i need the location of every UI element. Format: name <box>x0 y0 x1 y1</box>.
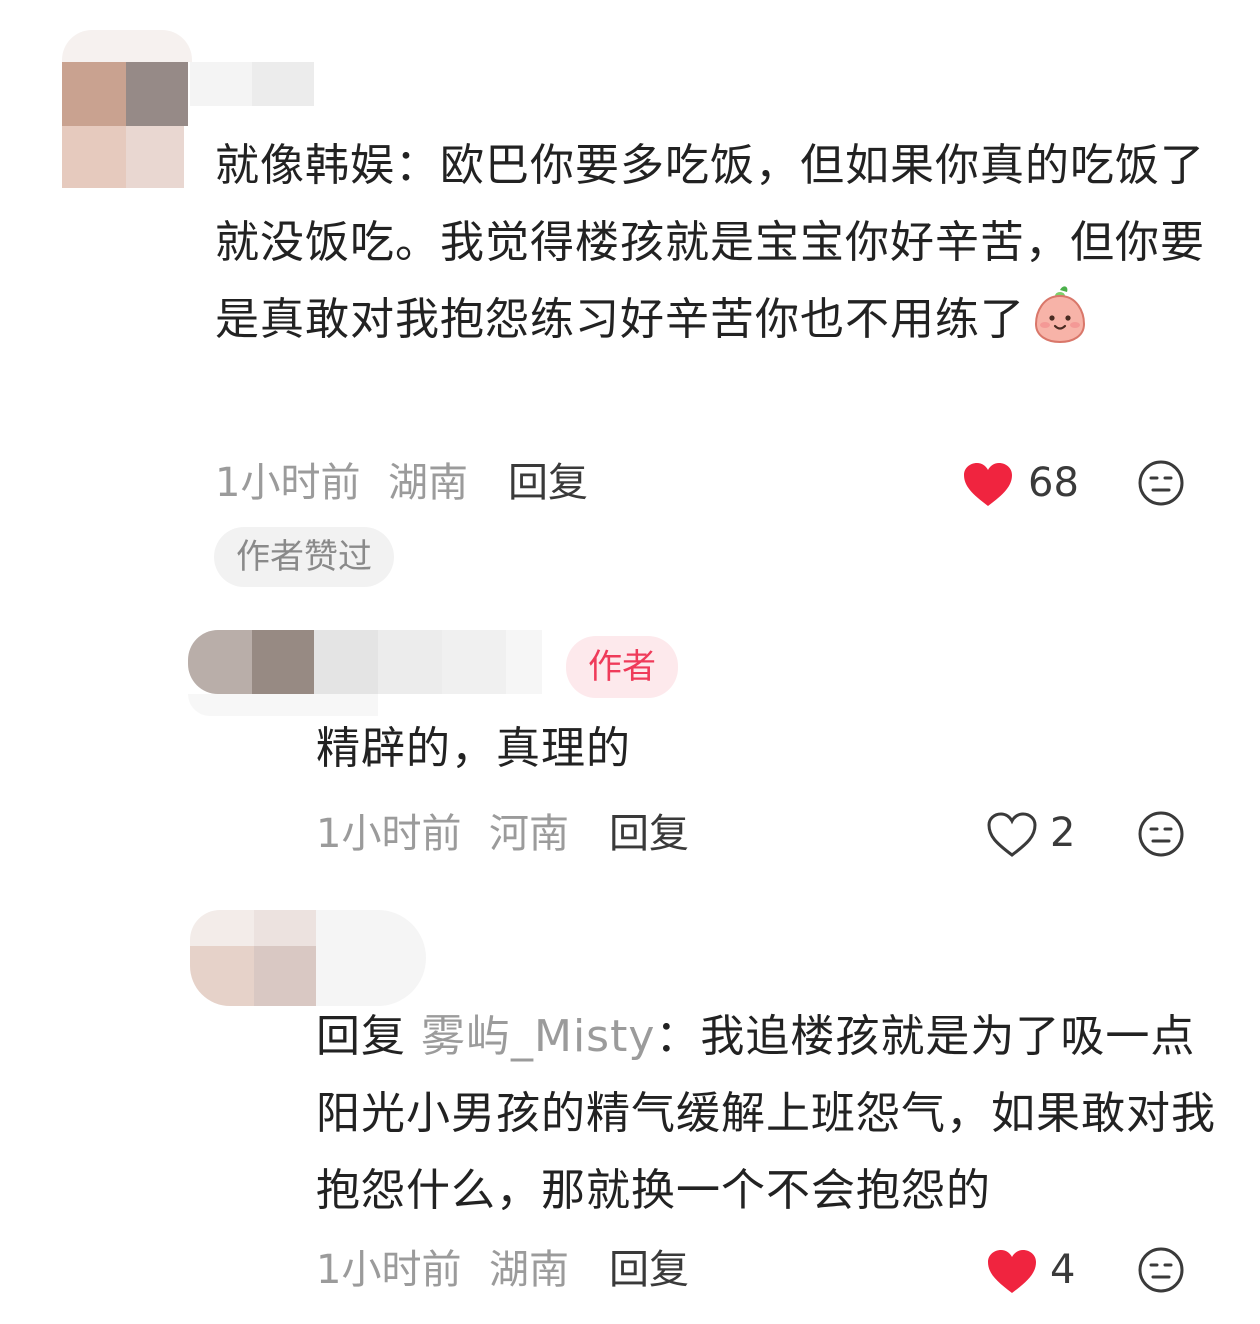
comment-text: 精辟的，真理的 <box>316 723 631 774</box>
reply-button[interactable]: 回复 <box>609 810 689 858</box>
avatar[interactable] <box>190 900 430 1010</box>
reply-prefix: 回复 <box>316 1011 406 1062</box>
emoji-face-icon[interactable] <box>1137 459 1185 511</box>
avatar[interactable] <box>188 612 548 722</box>
reply-button[interactable]: 回复 <box>609 1246 689 1294</box>
like-button[interactable]: 68 <box>962 456 1082 512</box>
face-with-sprout-icon <box>1033 284 1087 368</box>
like-button[interactable]: 4 <box>986 1243 1086 1299</box>
like-count: 2 <box>1050 810 1076 856</box>
avatar[interactable] <box>62 30 192 190</box>
emoji-face-icon[interactable] <box>1137 810 1185 862</box>
username-redacted[interactable] <box>190 36 318 110</box>
mention-username[interactable]: 雾屿_Misty <box>421 1011 655 1062</box>
comment-text: 回复 雾屿_Misty：我追楼孩就是为了吸一点阳光小男孩的精气缓解上班怨气，如果… <box>316 1011 1216 1216</box>
comment-time: 1小时前 <box>316 811 462 857</box>
like-count: 68 <box>1028 460 1079 506</box>
comment-location: 河南 <box>489 811 569 857</box>
author-badge: 作者 <box>566 636 678 698</box>
comment-text: 就像韩娱：欧巴你要多吃饭，但如果你真的吃饭了就没饭吃。我觉得楼孩就是宝宝你好辛苦… <box>215 127 1215 368</box>
comment-time: 1小时前 <box>215 460 361 506</box>
comment-location: 湖南 <box>388 460 468 506</box>
emoji-face-icon[interactable] <box>1137 1246 1185 1298</box>
comment-location: 湖南 <box>489 1247 569 1293</box>
author-liked-tag: 作者赞过 <box>214 527 394 587</box>
like-button[interactable]: 2 <box>986 806 1086 862</box>
heart-outline-icon <box>986 812 1038 862</box>
heart-filled-icon <box>986 1249 1038 1299</box>
reply-button[interactable]: 回复 <box>508 459 588 507</box>
heart-filled-icon <box>962 462 1014 512</box>
like-count: 4 <box>1050 1247 1076 1293</box>
comment-time: 1小时前 <box>316 1247 462 1293</box>
